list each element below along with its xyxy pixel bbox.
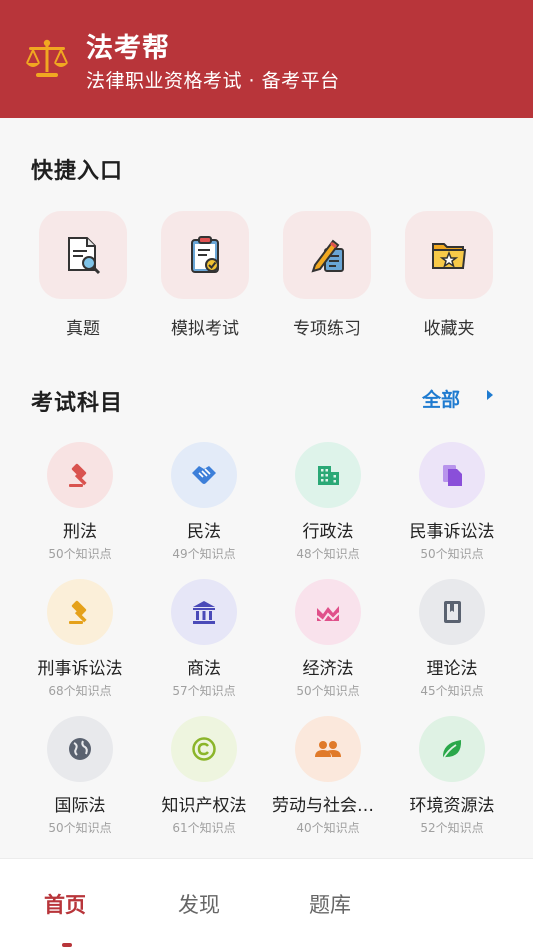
clipboard-check-icon xyxy=(191,236,219,273)
subject-count: 48个知识点 xyxy=(296,547,360,561)
documents-icon xyxy=(419,442,485,508)
subject-name: 知识产权法 xyxy=(161,796,247,816)
subject-name: 环境资源法 xyxy=(409,796,495,816)
quick-access-label: 专项练习 xyxy=(293,319,361,339)
subject-name: 商法 xyxy=(187,659,221,679)
globe-icon xyxy=(47,716,113,782)
quick-access-tile[interactable] xyxy=(161,211,249,299)
building-icon xyxy=(295,442,361,508)
app-title: 法考帮 xyxy=(86,33,170,64)
subject-name: 刑法 xyxy=(63,522,97,542)
gavel-icon xyxy=(47,579,113,645)
subject-criminal-procedure-law[interactable]: 刑事诉讼法 68个知识点 xyxy=(20,579,140,699)
quick-access-tile[interactable] xyxy=(39,211,127,299)
quick-access-title: 快捷入口 xyxy=(31,159,124,184)
app-subtitle: 法律职业资格考试 · 备考平台 xyxy=(86,70,340,92)
subject-name: 劳动与社会保障法 xyxy=(272,796,388,816)
subject-count: 45个知识点 xyxy=(420,684,484,698)
subject-name: 理论法 xyxy=(426,659,478,679)
subject-economic-law[interactable]: 经济法 50个知识点 xyxy=(268,579,388,699)
subject-name: 民事诉讼法 xyxy=(409,522,495,542)
quick-access-label: 模拟考试 xyxy=(171,319,239,339)
chart-icon xyxy=(295,579,361,645)
chevron-right-icon[interactable] xyxy=(487,390,493,400)
quick-access-tile[interactable] xyxy=(283,211,371,299)
gavel-icon xyxy=(47,442,113,508)
subject-count: 61个知识点 xyxy=(172,821,236,835)
subject-international-law[interactable]: 国际法 50个知识点 xyxy=(20,716,140,836)
pencil-notes-icon xyxy=(311,239,344,273)
subject-civil-law[interactable]: 民法 49个知识点 xyxy=(144,442,264,562)
subject-name: 国际法 xyxy=(54,796,106,816)
nav-tab-discover[interactable]: 发现 xyxy=(178,889,220,919)
subject-count: 50个知识点 xyxy=(48,547,112,561)
subject-count: 50个知识点 xyxy=(420,547,484,561)
subject-count: 50个知识点 xyxy=(48,821,112,835)
bank-icon xyxy=(171,579,237,645)
subject-labor-social-security-law[interactable]: 劳动与社会保障法 40个知识点 xyxy=(268,716,388,836)
subject-count: 40个知识点 xyxy=(296,821,360,835)
active-tab-indicator xyxy=(62,943,72,947)
document-search-icon xyxy=(68,237,101,275)
subject-environment-resources-law[interactable]: 环境资源法 52个知识点 xyxy=(392,716,512,836)
nav-tab-home[interactable]: 首页 xyxy=(44,889,86,919)
main-content[interactable]: 快捷入口 真题 模拟考试 专项练习 收藏夹 考试科目 全部 刑法 50个知识点 … xyxy=(0,118,533,858)
see-all-link[interactable]: 全部 xyxy=(422,385,460,412)
handshake-icon xyxy=(171,442,237,508)
subjects-title: 考试科目 xyxy=(31,391,124,416)
bottom-navigation: 首页 发现 题库 xyxy=(0,858,533,948)
quick-access-practice[interactable]: 专项练习 xyxy=(282,211,372,339)
scales-icon xyxy=(26,39,68,77)
copyright-icon xyxy=(171,716,237,782)
subject-name: 行政法 xyxy=(302,522,354,542)
subject-name: 刑事诉讼法 xyxy=(37,659,123,679)
book-icon xyxy=(419,579,485,645)
subject-civil-procedure-law[interactable]: 民事诉讼法 50个知识点 xyxy=(392,442,512,562)
subject-count: 68个知识点 xyxy=(48,684,112,698)
subject-criminal-law[interactable]: 刑法 50个知识点 xyxy=(20,442,140,562)
quick-access-label: 收藏夹 xyxy=(423,319,475,339)
subject-count: 50个知识点 xyxy=(296,684,360,698)
subject-legal-theory[interactable]: 理论法 45个知识点 xyxy=(392,579,512,699)
subject-count: 57个知识点 xyxy=(172,684,236,698)
subject-count: 49个知识点 xyxy=(172,547,236,561)
subject-administrative-law[interactable]: 行政法 48个知识点 xyxy=(268,442,388,562)
star-folder-icon xyxy=(432,243,467,269)
quick-access-label: 真题 xyxy=(66,319,100,339)
quick-access-real-exam[interactable]: 真题 xyxy=(38,211,128,339)
nav-tab-question-bank[interactable]: 题库 xyxy=(309,889,351,919)
subject-name: 经济法 xyxy=(302,659,354,679)
quick-access-tile[interactable] xyxy=(405,211,493,299)
leaf-icon xyxy=(419,716,485,782)
subject-intellectual-property-law[interactable]: 知识产权法 61个知识点 xyxy=(144,716,264,836)
people-icon xyxy=(295,716,361,782)
subject-name: 民法 xyxy=(187,522,221,542)
quick-access-mock-exam[interactable]: 模拟考试 xyxy=(160,211,250,339)
subject-commercial-law[interactable]: 商法 57个知识点 xyxy=(144,579,264,699)
app-header: 法考帮 法律职业资格考试 · 备考平台 xyxy=(0,0,533,118)
quick-access-favorites[interactable]: 收藏夹 xyxy=(404,211,494,339)
subject-count: 52个知识点 xyxy=(420,821,484,835)
